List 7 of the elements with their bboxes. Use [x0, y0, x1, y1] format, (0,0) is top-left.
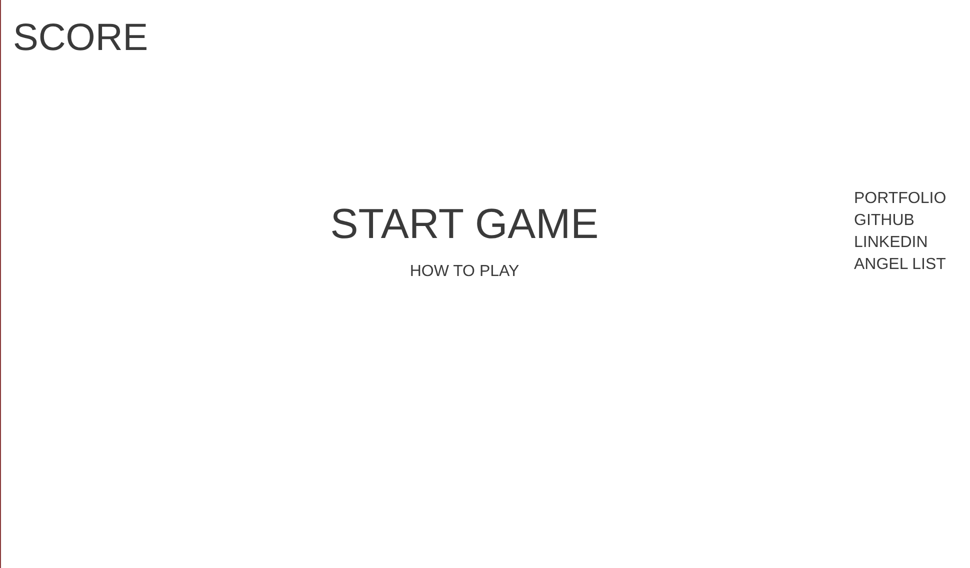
nav-link[interactable]: GITHUB	[854, 210, 914, 232]
nav-link[interactable]: LINKEDIN	[854, 232, 928, 254]
nav-link[interactable]: PORTFOLIO	[854, 188, 946, 210]
score-label: SCORE	[12, 16, 148, 60]
nav-link[interactable]: ANGEL LIST	[854, 254, 946, 276]
start-game-link[interactable]: START GAME	[330, 200, 599, 248]
how-to-play-link[interactable]: HOW TO PLAY	[410, 262, 520, 282]
